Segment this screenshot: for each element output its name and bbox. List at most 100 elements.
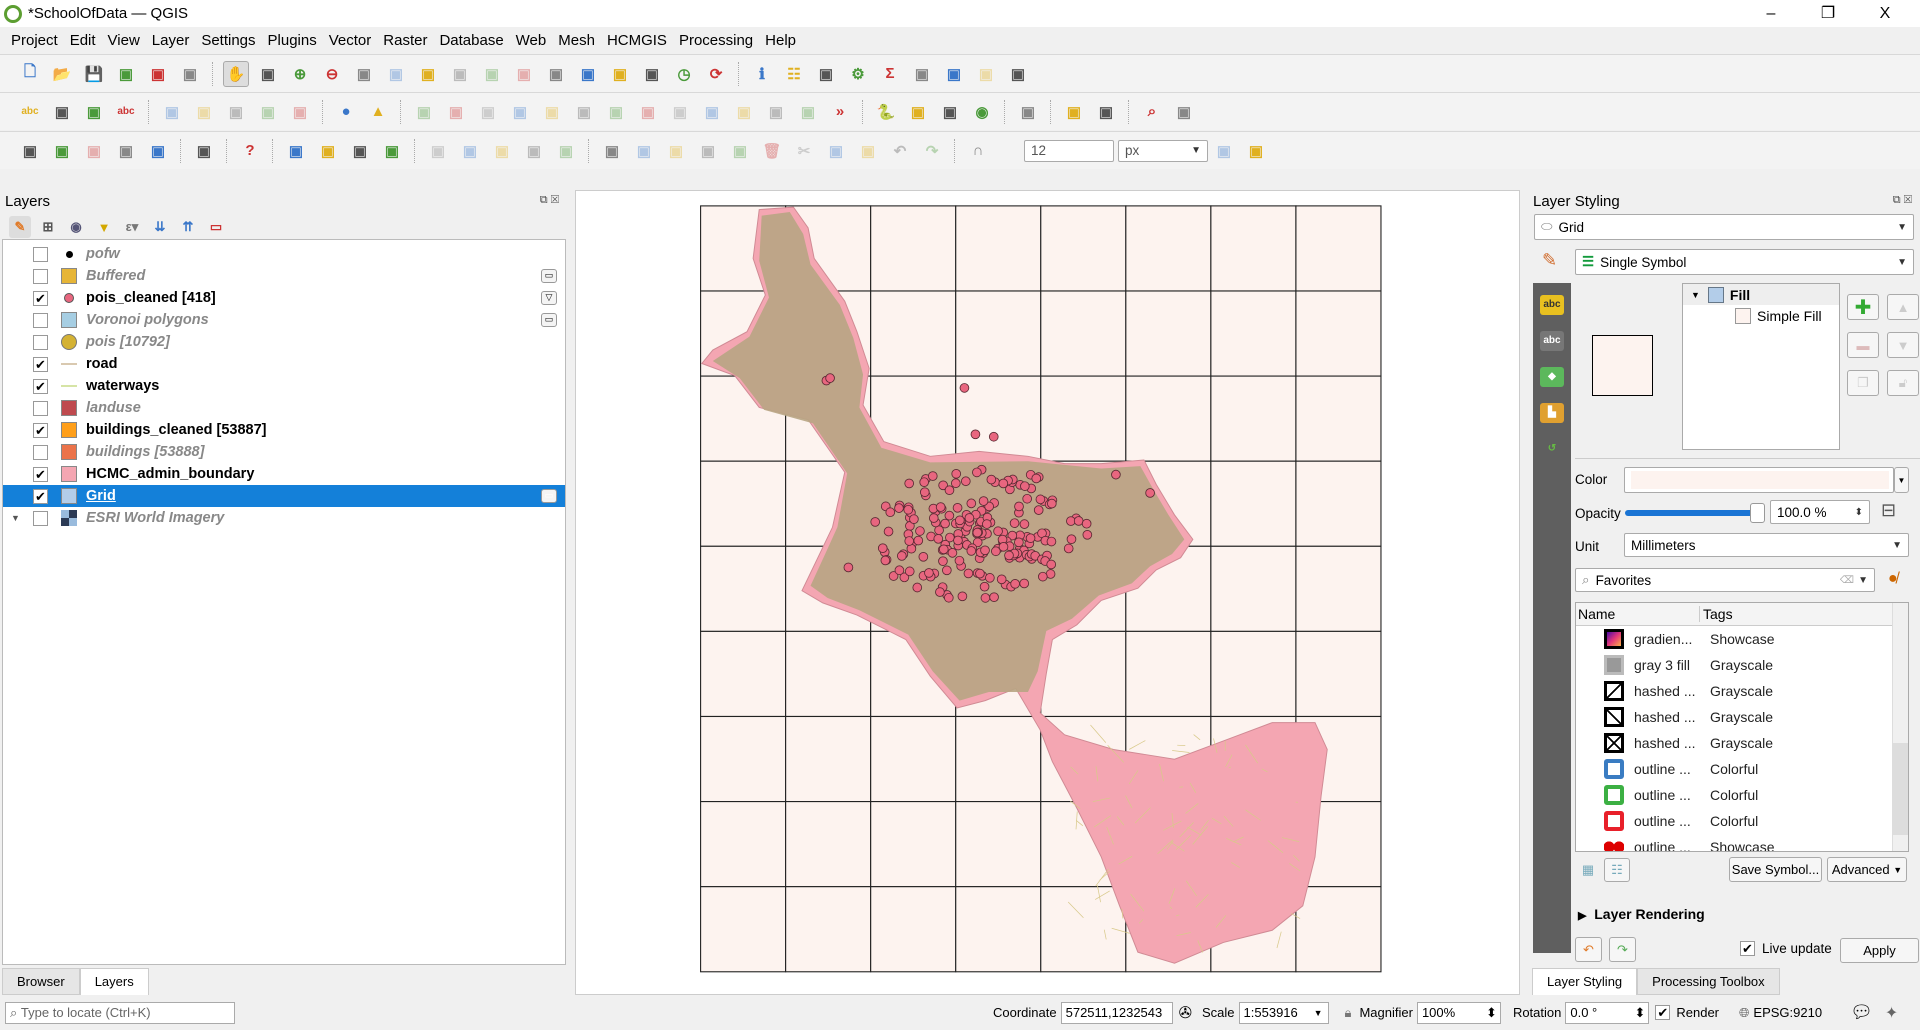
change-label-icon[interactable]: ▣ xyxy=(255,99,281,125)
lock-button[interactable]: 🔓︎ xyxy=(1887,370,1919,396)
opacity-slider[interactable] xyxy=(1625,510,1763,516)
layer-item[interactable]: ✔ Grid ▭ xyxy=(3,485,565,507)
spin-arrows-icon[interactable]: ⬍ xyxy=(1855,507,1863,518)
profile-icon[interactable]: ▣ xyxy=(1015,99,1041,125)
clear-icon[interactable]: ⌫ xyxy=(1840,575,1854,586)
layer-item[interactable]: Voronoi polygons ▭ xyxy=(3,309,565,331)
select-features-icon[interactable]: ▣ xyxy=(283,138,309,164)
select-by-attribute-icon[interactable]: ▣ xyxy=(315,138,341,164)
column-name[interactable]: Name xyxy=(1576,606,1700,622)
add-rect-icon[interactable]: ▣ xyxy=(521,138,547,164)
style-manager-icon[interactable]: ▣ xyxy=(177,61,203,87)
menu-web[interactable]: Web xyxy=(516,32,547,49)
show-hide-label-icon[interactable]: ▣ xyxy=(191,99,217,125)
layer-item[interactable]: ✔ pois_cleaned [418] ▽ xyxy=(3,287,565,309)
symbol-list-item[interactable]: outline ... Colorful xyxy=(1576,808,1908,834)
add-feature-icon[interactable]: ▣ xyxy=(695,138,721,164)
symbol-tree-simple-fill[interactable]: Simple Fill xyxy=(1683,305,1839,327)
toggle-extents-icon[interactable]: ✇ xyxy=(1179,1003,1192,1023)
symbol-search-input[interactable]: ⌕ Favorites ⌫ ▼ xyxy=(1575,568,1875,592)
messages-icon[interactable]: 💬︎ xyxy=(1850,1002,1873,1023)
layer-visibility-checkbox[interactable]: ✔ xyxy=(33,378,48,394)
symbol-list-item[interactable]: gradien... Showcase xyxy=(1576,626,1908,652)
move-up-button[interactable]: ▲ xyxy=(1887,294,1919,320)
add-polygon-icon[interactable]: ▣ xyxy=(553,138,579,164)
digitize-3-icon[interactable]: ▣ xyxy=(475,99,501,125)
add-point-icon[interactable]: ▣ xyxy=(425,138,451,164)
new-bookmark-icon[interactable]: ▣ xyxy=(607,61,633,87)
add-circle-icon[interactable]: ▣ xyxy=(457,138,483,164)
triangle-plugin-icon[interactable]: ▲ xyxy=(365,99,391,125)
tab-layer-styling[interactable]: Layer Styling xyxy=(1532,968,1638,995)
label-tool-icon[interactable]: abc xyxy=(17,99,43,125)
apply-button[interactable]: Apply xyxy=(1840,938,1919,963)
diagram-icon[interactable]: ▣ xyxy=(49,99,75,125)
style-manager-icon[interactable]: ●̸ xyxy=(1888,570,1898,588)
identify-icon[interactable]: ℹ xyxy=(749,61,775,87)
embedded-indicator-icon[interactable]: ▭ xyxy=(541,489,557,503)
list-view-button[interactable]: ☷ xyxy=(1604,858,1630,882)
layer-visibility-checkbox[interactable]: ✔ xyxy=(33,422,48,438)
georeferencer-icon[interactable]: ▣ xyxy=(1061,99,1087,125)
redo-button[interactable]: ↷ xyxy=(1609,937,1636,962)
map-swipe-icon[interactable]: ▣ xyxy=(1171,99,1197,125)
restore-button[interactable]: ❐ xyxy=(1805,0,1851,27)
layer-visibility-checkbox[interactable]: ✔ xyxy=(33,466,48,482)
menu-layer[interactable]: Layer xyxy=(152,32,190,49)
copy-icon[interactable]: ▣ xyxy=(823,138,849,164)
zoom-to-layer-icon[interactable]: ▣ xyxy=(415,61,441,87)
diagrams-tab-icon[interactable]: ▙ xyxy=(1540,403,1564,423)
digitize-1-icon[interactable]: ▣ xyxy=(411,99,437,125)
new-project-icon[interactable]: 🗋 xyxy=(17,61,43,87)
opacity-spinbox[interactable]: 100.0 % ⬍ xyxy=(1770,500,1870,524)
layer-item[interactable]: pois [10792] xyxy=(3,331,565,353)
zoom-next-icon[interactable]: ▣ xyxy=(511,61,537,87)
globe-crs-icon[interactable]: 🌐︎ xyxy=(1739,1005,1749,1021)
symbol-list-item[interactable]: outline ... Showcase xyxy=(1576,834,1908,851)
layer-item[interactable]: pofw xyxy=(3,243,565,265)
digitize-6-icon[interactable]: ▣ xyxy=(571,99,597,125)
map-canvas[interactable] xyxy=(575,190,1520,995)
pan-to-selection-icon[interactable]: ▣ xyxy=(255,61,281,87)
layout-manager-icon[interactable]: ▣ xyxy=(145,61,171,87)
digitize-vertex-icon[interactable]: ▣ xyxy=(81,138,107,164)
zoom-out-icon[interactable]: ⊖ xyxy=(319,61,345,87)
globe-plugin-icon[interactable]: ● xyxy=(333,99,359,125)
digitize-4-icon[interactable]: ▣ xyxy=(507,99,533,125)
layer-item[interactable]: buildings [53888] xyxy=(3,441,565,463)
close-button[interactable]: X xyxy=(1862,0,1908,27)
duplicate-button[interactable]: ❐ xyxy=(1847,370,1879,396)
filter-expression-icon[interactable]: ε▾ xyxy=(121,216,143,238)
highlight-label-icon[interactable]: abc xyxy=(113,99,139,125)
annotation-icon[interactable]: ▣ xyxy=(941,61,967,87)
layer-item[interactable]: ✔ HCMC_admin_boundary xyxy=(3,463,565,485)
layer-visibility-checkbox[interactable] xyxy=(33,510,48,526)
toolbox-icon[interactable]: ⚙ xyxy=(845,61,871,87)
style-layer-icon[interactable]: ✎ xyxy=(9,216,31,238)
menu-raster[interactable]: Raster xyxy=(383,32,427,49)
edit-pencil-icon[interactable]: ▣ xyxy=(599,138,625,164)
zoom-full-icon[interactable]: ▣ xyxy=(351,61,377,87)
snapping-magnet-icon[interactable]: ∩ xyxy=(965,138,991,164)
layer-visibility-checkbox[interactable] xyxy=(33,268,48,284)
digitize-5-icon[interactable]: ▣ xyxy=(539,99,565,125)
layer-item[interactable]: Buffered ▭ xyxy=(3,265,565,287)
measure-icon[interactable]: ▣ xyxy=(909,61,935,87)
new-map-view-icon[interactable]: ▣ xyxy=(543,61,569,87)
undo-icon[interactable]: ↶ xyxy=(887,138,913,164)
menu-view[interactable]: View xyxy=(108,32,140,49)
collapse-all-icon[interactable]: ⇈ xyxy=(177,216,199,238)
pin-label-icon[interactable]: ▣ xyxy=(81,99,107,125)
layer-select[interactable]: ⬭ Grid ▼ xyxy=(1534,214,1914,240)
show-bookmarks-icon[interactable]: ▣ xyxy=(639,61,665,87)
zoom-native-icon[interactable]: ▣ xyxy=(447,61,473,87)
earth-icon[interactable]: ◉ xyxy=(969,99,995,125)
statistics-icon[interactable]: ▣ xyxy=(813,61,839,87)
pan-icon[interactable]: ✋ xyxy=(223,60,249,87)
menu-hcmgis[interactable]: HCMGIS xyxy=(607,32,667,49)
layer-visibility-checkbox[interactable]: ✔ xyxy=(33,290,48,306)
layer-visibility-checkbox[interactable] xyxy=(33,400,48,416)
labels-tab-icon[interactable]: abc xyxy=(1540,295,1564,315)
symbol-list-item[interactable]: outline ... Colorful xyxy=(1576,782,1908,808)
rotate-label-icon[interactable]: ▣ xyxy=(223,99,249,125)
